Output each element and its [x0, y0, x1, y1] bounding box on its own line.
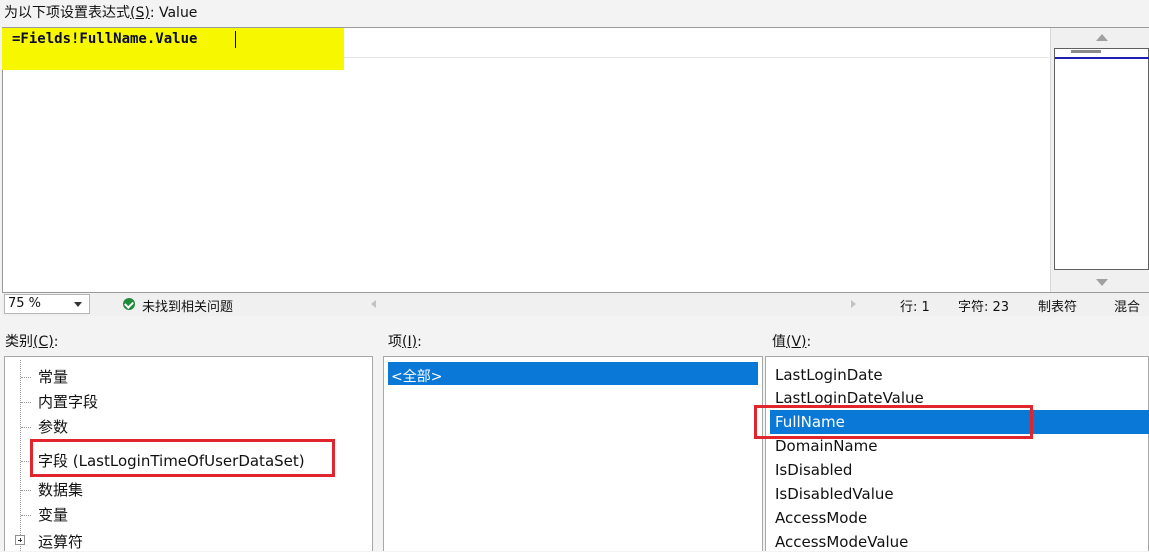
- text-caret: [235, 31, 236, 48]
- expression-label: 为以下项设置表达式(S): Value: [4, 5, 198, 21]
- list-item-selected[interactable]: [388, 362, 758, 385]
- minimap[interactable]: [1054, 48, 1149, 270]
- expression-text[interactable]: =Fields!FullName.Value: [12, 31, 197, 47]
- scroll-down-icon[interactable]: [1096, 279, 1108, 286]
- annotation-box-fields: [30, 439, 335, 477]
- annotation-box-fullname: [754, 405, 1033, 439]
- list-item[interactable]: AccessMode: [775, 509, 867, 527]
- tree-item-operators[interactable]: 运算符: [38, 531, 83, 552]
- check-circle-icon: [123, 298, 135, 310]
- tree-connector: [21, 515, 31, 516]
- tree-connector: [21, 377, 31, 378]
- list-item-all[interactable]: <全部>: [391, 366, 442, 386]
- list-item[interactable]: IsDisabled: [775, 461, 852, 479]
- chevron-down-icon[interactable]: [74, 302, 82, 307]
- list-item[interactable]: DomainName: [775, 437, 877, 455]
- mixed-indicator: 混合: [1114, 300, 1141, 315]
- item-label: 项(I):: [388, 334, 422, 350]
- tree-item-variables[interactable]: 变量: [38, 504, 68, 525]
- list-item[interactable]: IsDisabledValue: [775, 485, 894, 503]
- scroll-right-icon[interactable]: [851, 300, 856, 308]
- scroll-left-icon[interactable]: [371, 300, 376, 308]
- list-item[interactable]: LastLoginDate: [775, 366, 883, 384]
- tab-indicator: 制表符: [1038, 300, 1078, 315]
- tree-item-datasets[interactable]: 数据集: [38, 479, 83, 500]
- list-item[interactable]: AccessModeValue: [775, 533, 908, 551]
- minimap-text-line: [1071, 50, 1101, 53]
- tree-connector: [21, 402, 31, 403]
- tree-item-constants[interactable]: 常量: [38, 366, 68, 387]
- category-label: 类别(C):: [5, 334, 59, 350]
- char-indicator: 字符: 23: [958, 300, 1010, 315]
- tree-item-parameters[interactable]: 参数: [38, 416, 68, 437]
- value-label: 值(V):: [772, 334, 812, 350]
- tree-connector: [21, 490, 31, 491]
- current-line-indicator: [344, 57, 1049, 58]
- tree-item-builtin-fields[interactable]: 内置字段: [38, 391, 98, 412]
- tree-connector-line: [20, 360, 21, 551]
- scroll-up-icon[interactable]: [1096, 34, 1108, 41]
- line-indicator: 行: 1: [900, 300, 930, 315]
- minimap-viewport-line: [1055, 57, 1149, 59]
- issues-status: 未找到相关问题: [142, 300, 234, 315]
- tree-connector: [21, 427, 31, 428]
- expand-plus-icon[interactable]: [15, 535, 25, 545]
- zoom-value: 75 %: [8, 296, 42, 311]
